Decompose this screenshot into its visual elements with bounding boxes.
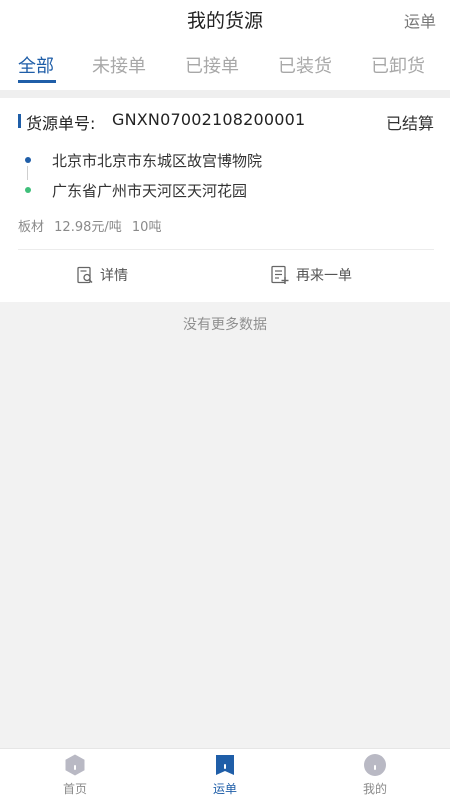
- page: 我的货源 运单 全部 未接单 已接单 已装货 已卸货 货源单号: GNXN070…: [0, 0, 450, 800]
- tab-all[interactable]: 全部: [18, 52, 54, 78]
- tab-loaded[interactable]: 已装货: [278, 52, 332, 78]
- top-bar: 我的货源 运单: [0, 0, 450, 40]
- cargo-weight: 10吨: [131, 220, 162, 235]
- waybill-icon: [216, 755, 234, 775]
- order-card[interactable]: 货源单号: GNXN07002108200001 已结算 北京市北京市东城区故宫…: [0, 98, 450, 302]
- section-divider: [0, 90, 450, 98]
- order-status: 已结算: [385, 114, 434, 133]
- profile-icon: [364, 754, 386, 776]
- detail-label: 详情: [100, 268, 128, 284]
- home-icon: [65, 754, 85, 776]
- page-title: 我的货源: [186, 10, 263, 32]
- destination-dot-icon: [25, 187, 31, 193]
- cargo-info: 板材 12.98元/吨 10吨: [18, 216, 167, 235]
- detail-search-icon: [77, 266, 93, 284]
- status-tabs: 全部 未接单 已接单 已装货 已卸货: [0, 40, 450, 90]
- route-connector: [27, 166, 28, 180]
- reorder-button[interactable]: 再来一单: [270, 262, 352, 288]
- reorder-document-icon: [271, 265, 289, 284]
- cargo-name: 板材: [18, 220, 45, 235]
- tab-accepted[interactable]: 已接单: [185, 52, 239, 78]
- waybill-link[interactable]: 运单: [404, 8, 436, 32]
- reorder-label: 再来一单: [296, 268, 352, 284]
- card-divider: [18, 249, 434, 250]
- nav-item-mine[interactable]: 我的: [335, 753, 415, 797]
- tab-not-accepted[interactable]: 未接单: [92, 52, 146, 78]
- origin-dot-icon: [25, 157, 31, 163]
- order-number-label: 货源单号:: [26, 114, 96, 133]
- nav-label-waybill: 运单: [212, 782, 237, 796]
- order-number: GNXN07002108200001: [112, 110, 306, 129]
- tab-unloaded[interactable]: 已卸货: [371, 52, 425, 78]
- nav-item-home[interactable]: 首页: [35, 753, 115, 797]
- detail-button[interactable]: 详情: [76, 262, 128, 288]
- nav-label-home: 首页: [62, 782, 87, 796]
- nav-item-waybill[interactable]: 运单: [185, 753, 265, 797]
- bottom-navigation: 首页 运单 我的: [0, 748, 450, 800]
- origin-address: 北京市北京市东城区故宫博物院: [52, 152, 263, 170]
- cargo-price: 12.98元/吨: [54, 220, 122, 235]
- list-end-text: 没有更多数据: [183, 317, 267, 333]
- nav-label-mine: 我的: [362, 782, 387, 796]
- destination-address: 广东省广州市天河区天河花园: [52, 182, 248, 200]
- active-tab-indicator: [18, 80, 56, 83]
- order-accent-bar: [18, 114, 21, 128]
